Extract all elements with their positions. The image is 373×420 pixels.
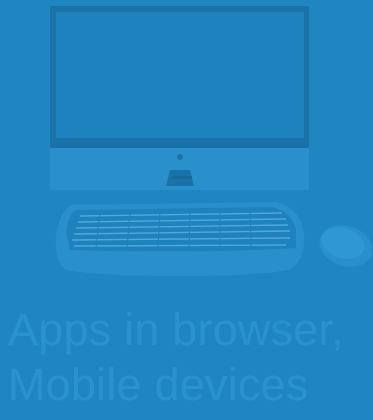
caption-line-2: Mobile devices [8,359,309,410]
mouse-icon [319,225,373,267]
caption-line-1: Apps in browser, [8,304,344,355]
keyboard-icon [55,202,305,276]
computer-monitor-icon [50,6,309,190]
feature-card: Apps in browser, Mobile devices [0,0,373,420]
feature-caption: Apps in browser, Mobile devices [8,302,373,412]
desktop-illustration [50,6,373,276]
